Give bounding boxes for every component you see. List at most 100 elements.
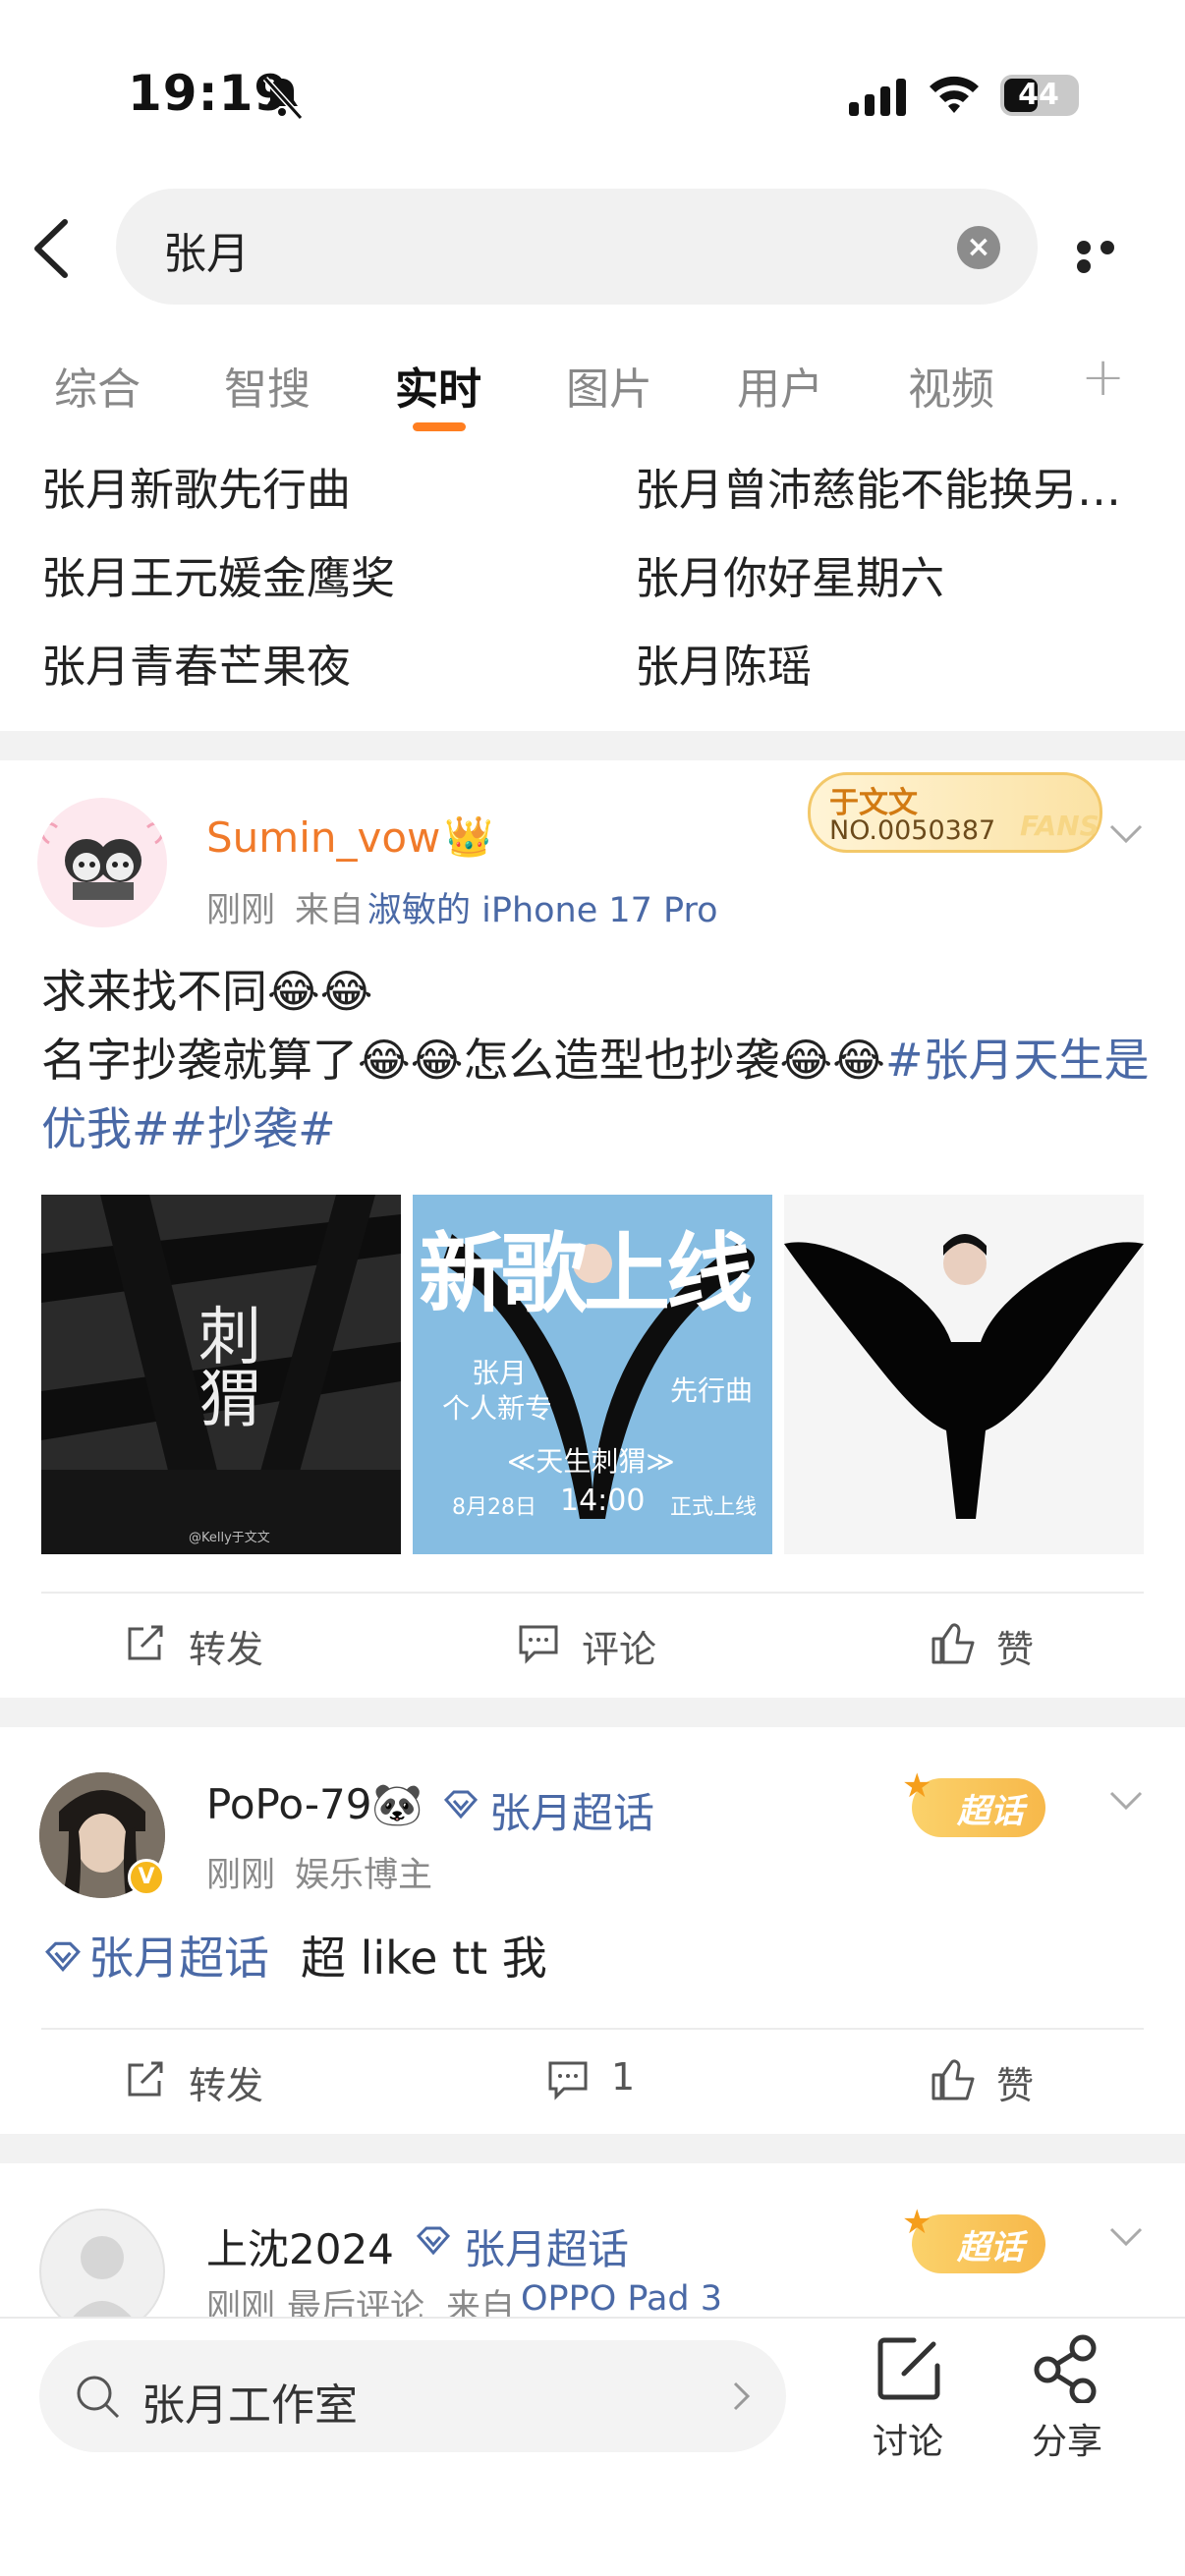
comment-icon <box>519 1625 558 1664</box>
search-input[interactable]: 张月 × <box>116 189 1038 305</box>
supertopic-diamond-icon <box>416 2226 451 2256</box>
section-divider <box>0 1698 1185 1727</box>
image-text: 个人新专 <box>442 1392 553 1425</box>
image-title: 刺猬 <box>188 1303 260 1428</box>
source-prefix: 来自 <box>295 891 365 930</box>
repost-button[interactable]: 转发 <box>124 1613 320 1672</box>
clear-icon[interactable]: × <box>957 226 1000 269</box>
hot-search-item[interactable]: 张月陈瑶 <box>635 631 812 695</box>
supertopic-diamond-icon <box>45 1941 81 1973</box>
image-text: 先行曲 <box>670 1374 754 1407</box>
share-button[interactable]: 分享 <box>1022 2330 1120 2462</box>
hot-search-item[interactable]: 张月青春芒果夜 <box>41 631 351 695</box>
post-source[interactable]: OPPO Pad 3 <box>521 2279 722 2319</box>
repost-button[interactable]: 转发 <box>124 2049 320 2108</box>
tab-comprehensive[interactable]: 综合 <box>54 354 141 417</box>
hot-search-item[interactable]: 张月你好星期六 <box>635 542 944 606</box>
comment-button[interactable]: 评论 <box>517 1613 713 1672</box>
image-text: 14:00 <box>560 1484 646 1518</box>
post-time: 刚刚 <box>206 1856 276 1895</box>
image-text: 正式上线 <box>670 1495 758 1520</box>
hot-search-item[interactable]: 张月新歌先行曲 <box>41 454 351 518</box>
username[interactable]: PoPo-79🐼 <box>206 1780 423 1829</box>
bottom-search-bar[interactable]: 张月工作室 <box>39 2340 786 2452</box>
post-image-art <box>784 1195 1144 1554</box>
comment-label: 评论 <box>582 1628 657 1671</box>
tab-users[interactable]: 用户 <box>737 354 823 417</box>
tab-realtime[interactable]: 实时 <box>395 354 481 417</box>
discuss-label: 讨论 <box>873 2422 944 2462</box>
fan-badge-tag: FANS <box>1020 810 1100 842</box>
image-text: ≪天生刺猬≫ <box>507 1445 675 1478</box>
comment-icon <box>548 2061 588 2100</box>
like-button[interactable]: 赞 <box>930 1613 1126 1672</box>
post-image[interactable]: 新歌上线 张月 个人新专 先行曲 ≪天生刺猬≫ 8月28日 14:00 正式上线 <box>413 1195 772 1554</box>
search-icon <box>77 2376 120 2419</box>
divider <box>41 1592 1144 1594</box>
discuss-button[interactable]: 讨论 <box>861 2330 959 2462</box>
username[interactable]: 上沈2024 <box>206 2216 394 2276</box>
compose-icon <box>877 2337 940 2400</box>
supertopic-link[interactable]: 张月超话 <box>88 1924 269 1992</box>
section-divider <box>0 731 1185 760</box>
comment-button[interactable]: 1 <box>546 2049 684 2108</box>
supertopic-link[interactable]: 张月超话 <box>464 2216 629 2276</box>
supertopic-badge-label: 超话 <box>957 2228 1024 2268</box>
like-button[interactable]: 赞 <box>930 2049 1126 2108</box>
username[interactable]: Sumin_vow <box>206 813 440 862</box>
repost-label: 转发 <box>189 1628 264 1671</box>
more-options-icon[interactable] <box>1077 240 1146 273</box>
hot-search-item[interactable]: 张月曾沛慈能不能换另… <box>635 454 1146 518</box>
comment-count: 1 <box>611 2055 636 2099</box>
tab-videos[interactable]: 视频 <box>908 354 994 417</box>
add-tab-icon[interactable]: + <box>1081 346 1125 408</box>
avatar[interactable] <box>39 2209 165 2334</box>
post-image[interactable]: 刺猬 @Kelly于文文 <box>41 1195 401 1554</box>
supertopic-diamond-icon <box>443 1790 479 1820</box>
supertopic-badge[interactable]: ★ 超话 <box>902 1761 1059 1855</box>
image-text: 张月 <box>472 1357 528 1389</box>
chevron-down-icon[interactable] <box>1108 823 1144 845</box>
fan-badge[interactable]: 于文文 NO.0050387 FANS <box>808 764 1102 859</box>
supertopic-badge-label: 超话 <box>957 1792 1024 1831</box>
post-text-line: 名字抄袭就算了😂😂怎么造型也抄袭😂😂#张月天生是优我##抄袭# <box>41 1026 1152 1163</box>
supertopic-badge[interactable]: ★ 超话 <box>902 2197 1059 2291</box>
divider <box>41 2028 1144 2030</box>
avatar[interactable] <box>37 798 167 927</box>
post-text: 超 like tt 我 <box>301 1932 547 1985</box>
hot-search-item[interactable]: 张月王元媛金鹰奖 <box>41 542 395 606</box>
supertopic-link[interactable]: 张月超话 <box>489 1780 654 1840</box>
section-divider <box>0 2134 1185 2163</box>
image-headline: 新歌上线 <box>419 1223 753 1324</box>
post-source[interactable]: 淑敏的 iPhone 17 Pro <box>367 882 718 932</box>
back-arrow-icon[interactable] <box>28 216 77 281</box>
fan-badge-number: NO.0050387 <box>829 815 996 846</box>
wifi-icon <box>930 76 979 113</box>
like-label: 赞 <box>996 1628 1035 1671</box>
like-label: 赞 <box>996 2064 1035 2107</box>
tab-images[interactable]: 图片 <box>566 354 652 417</box>
active-tab-indicator <box>413 422 466 431</box>
verified-badge-icon: V <box>128 1859 165 1896</box>
bell-muted-icon <box>262 76 304 121</box>
avatar-illustration <box>40 821 164 900</box>
thumbs-up-icon <box>931 1623 975 1664</box>
share-label: 分享 <box>1032 2422 1103 2462</box>
chevron-right-icon <box>733 2381 751 2411</box>
hashtag-link[interactable]: #抄袭# <box>170 1102 336 1155</box>
repost-label: 转发 <box>189 2064 264 2107</box>
repost-icon <box>128 2061 163 2097</box>
share-icon <box>1034 2334 1097 2403</box>
tab-smart-search[interactable]: 智搜 <box>224 354 310 417</box>
star-icon: ★ <box>902 1766 932 1806</box>
star-icon: ★ <box>902 2203 932 2242</box>
image-watermark: @Kelly于文文 <box>189 1531 270 1545</box>
post-image[interactable] <box>784 1195 1144 1554</box>
battery-level: 44 <box>1018 78 1059 112</box>
post-time: 刚刚 <box>206 891 276 930</box>
chevron-down-icon[interactable] <box>1108 2226 1144 2248</box>
default-avatar-icon <box>61 2236 143 2332</box>
user-role: 娱乐博主 <box>295 1856 433 1895</box>
bottom-search-text: 张月工作室 <box>141 2380 358 2431</box>
chevron-down-icon[interactable] <box>1108 1790 1144 1812</box>
